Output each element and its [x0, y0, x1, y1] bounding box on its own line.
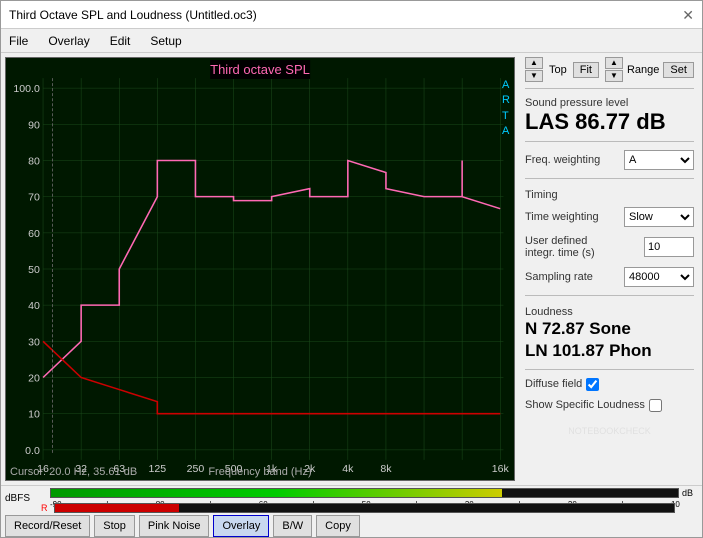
diffuse-field-checkbox[interactable] [586, 378, 599, 391]
title-bar: Third Octave SPL and Loudness (Untitled.… [1, 1, 702, 29]
show-specific-label: Show Specific Loudness [525, 399, 645, 411]
menu-edit[interactable]: Edit [106, 33, 135, 49]
top-arrow-group: ▲ ▼ [525, 57, 543, 82]
r-indicator: R [41, 503, 51, 513]
sampling-rate-label: Sampling rate [525, 271, 593, 283]
record-reset-button[interactable]: Record/Reset [5, 515, 90, 537]
freq-weighting-row: Freq. weighting A B C Z [525, 150, 694, 170]
stop-button[interactable]: Stop [94, 515, 135, 537]
svg-text:250: 250 [187, 464, 205, 475]
red-bar-fill [55, 504, 179, 512]
range-label: Range [627, 64, 659, 76]
chart-svg: 100.0 90 80 70 60 50 40 30 20 10 0.0 16 … [6, 58, 514, 480]
loudness-section: Loudness N 72.87 Sone LN 101.87 Phon [525, 302, 694, 362]
divider-1 [525, 88, 694, 89]
main-content: Third octave SPL dB ARTA [1, 53, 702, 485]
svg-text:50: 50 [28, 265, 40, 276]
range-down-btn[interactable]: ▼ [605, 70, 623, 82]
svg-text:20: 20 [28, 374, 40, 385]
cursor-info: Cursor: 20.0 Hz, 35.61 dB [10, 466, 137, 478]
freq-band-label: Frequency band (Hz) [208, 466, 311, 478]
svg-text:30: 30 [28, 338, 40, 349]
range-arrow-group: ▲ ▼ [605, 57, 623, 82]
db-suffix: dB [682, 488, 698, 498]
svg-text:125: 125 [149, 464, 167, 475]
divider-5 [525, 369, 694, 370]
loudness-value-2: LN 101.87 Phon [525, 340, 694, 362]
svg-text:80: 80 [28, 157, 40, 168]
sampling-rate-row: Sampling rate 48000 44100 96000 [525, 267, 694, 287]
diffuse-field-row: Diffuse field [525, 378, 694, 391]
spl-label: Sound pressure level [525, 97, 694, 109]
show-specific-checkbox[interactable] [649, 399, 662, 412]
loudness-value-1: N 72.87 Sone [525, 318, 694, 340]
user-integr-row: User definedintegr. time (s) [525, 235, 694, 259]
time-weighting-select[interactable]: Slow Fast Impulse User [624, 207, 694, 227]
dbfs-label: dBFS [5, 493, 33, 504]
spl-value: LAS 86.77 dB [525, 109, 694, 135]
sampling-rate-select[interactable]: 48000 44100 96000 [624, 267, 694, 287]
arta-label: ARTA [502, 78, 510, 140]
close-button[interactable]: ✕ [682, 8, 694, 22]
svg-text:4k: 4k [342, 464, 354, 475]
fit-button[interactable]: Fit [573, 62, 599, 78]
loudness-label: Loudness [525, 306, 694, 318]
top-up-btn[interactable]: ▲ [525, 57, 543, 69]
svg-text:8k: 8k [380, 464, 392, 475]
watermark: NOTEBOOKCHECK [525, 426, 694, 436]
show-specific-row: Show Specific Loudness [525, 399, 694, 412]
svg-text:60: 60 [28, 229, 40, 240]
green-level-bar [50, 488, 679, 498]
copy-button[interactable]: Copy [316, 515, 360, 537]
time-weighting-label: Time weighting [525, 211, 599, 223]
chart-area: Third octave SPL dB ARTA [5, 57, 515, 481]
range-set-group: ▲ ▼ Range Set [605, 57, 694, 82]
range-up-btn[interactable]: ▲ [605, 57, 623, 69]
menu-bar: File Overlay Edit Setup [1, 29, 702, 53]
bottom-bar: dBFS dB -90 | -80 | -60 | [1, 485, 702, 537]
svg-text:70: 70 [28, 193, 40, 204]
bw-button[interactable]: B/W [273, 515, 312, 537]
top-label: Top [549, 64, 567, 76]
set-button[interactable]: Set [663, 62, 694, 78]
divider-2 [525, 141, 694, 142]
green-bar-fill [51, 489, 502, 497]
top-controls: ▲ ▼ Top Fit ▲ ▼ Range Set [525, 57, 694, 82]
svg-text:100.0: 100.0 [13, 84, 40, 95]
menu-file[interactable]: File [5, 33, 32, 49]
diffuse-field-label: Diffuse field [525, 378, 582, 390]
svg-text:10: 10 [28, 410, 40, 421]
svg-text:40: 40 [28, 301, 40, 312]
divider-3 [525, 178, 694, 179]
pink-noise-button[interactable]: Pink Noise [139, 515, 210, 537]
timing-label: Timing [525, 189, 694, 201]
svg-text:0.0: 0.0 [25, 446, 40, 457]
buttons-row: Record/Reset Stop Pink Noise Overlay B/W… [5, 513, 698, 537]
freq-weighting-label: Freq. weighting [525, 154, 600, 166]
window-title: Third Octave SPL and Loudness (Untitled.… [9, 8, 257, 22]
top-down-btn[interactable]: ▼ [525, 70, 543, 82]
chart-title: Third octave SPL [210, 60, 310, 79]
menu-overlay[interactable]: Overlay [44, 33, 93, 49]
svg-text:16k: 16k [492, 464, 510, 475]
svg-text:90: 90 [28, 121, 40, 132]
red-level-bar [54, 503, 675, 513]
user-integr-input[interactable] [644, 237, 694, 257]
red-bar-row: R [41, 503, 694, 513]
menu-setup[interactable]: Setup [146, 33, 185, 49]
freq-weighting-select[interactable]: A B C Z [624, 150, 694, 170]
main-window: Third Octave SPL and Loudness (Untitled.… [0, 0, 703, 538]
overlay-button[interactable]: Overlay [213, 515, 269, 537]
user-integr-label: User definedintegr. time (s) [525, 235, 595, 259]
spl-section: Sound pressure level LAS 86.77 dB [525, 95, 694, 135]
right-panel: ▲ ▼ Top Fit ▲ ▼ Range Set Sound pressure… [517, 53, 702, 485]
time-weighting-row: Time weighting Slow Fast Impulse User [525, 207, 694, 227]
divider-4 [525, 295, 694, 296]
